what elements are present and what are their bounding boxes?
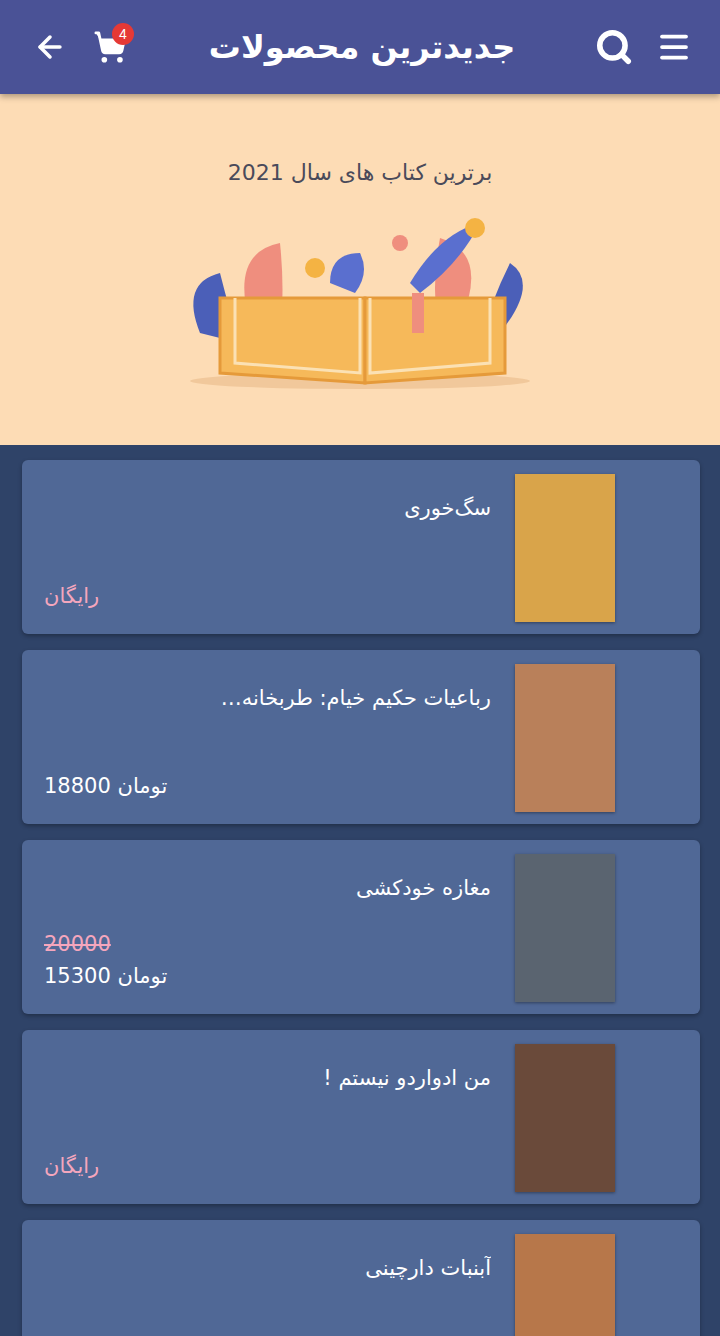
menu-button[interactable] bbox=[648, 21, 700, 73]
old-price: 20000 bbox=[44, 932, 111, 956]
product-card[interactable]: آبنبات دارچینی bbox=[22, 1220, 700, 1336]
page: 4 جدیدترین محصولات برترین کتاب های سال 202… bbox=[0, 0, 720, 1336]
price: 18800 تومان bbox=[44, 774, 167, 798]
product-title: رباعیات حکیم خیام: طربخانه… bbox=[44, 686, 491, 710]
banner-title: برترین کتاب های سال 2021 bbox=[228, 160, 493, 185]
product-card[interactable]: رباعیات حکیم خیام: طربخانه… 18800 تومان bbox=[22, 650, 700, 824]
cart-button[interactable]: 4 bbox=[84, 21, 136, 73]
price-box: رایگان bbox=[44, 584, 491, 622]
search-icon bbox=[595, 28, 633, 66]
book-cover bbox=[515, 1044, 615, 1192]
book-cover bbox=[515, 854, 615, 1002]
price-box: 20000 15300 تومان bbox=[44, 932, 491, 1002]
price: 15300 تومان bbox=[44, 964, 167, 988]
product-card[interactable]: مغازه خودکشی 20000 15300 تومان bbox=[22, 840, 700, 1014]
product-card[interactable]: من ادواردو نیستم ! رایگان bbox=[22, 1030, 700, 1204]
product-title: من ادواردو نیستم ! bbox=[44, 1066, 491, 1090]
price: رایگان bbox=[44, 584, 99, 608]
product-title: مغازه خودکشی bbox=[44, 876, 491, 900]
product-title: سگ‌خوری bbox=[44, 496, 491, 520]
arrow-left-icon bbox=[33, 30, 67, 64]
toolbar: 4 جدیدترین محصولات bbox=[0, 0, 720, 94]
book-illustration-icon bbox=[160, 213, 560, 393]
menu-icon bbox=[656, 29, 692, 65]
product-info: آبنبات دارچینی bbox=[44, 1234, 491, 1336]
search-button[interactable] bbox=[588, 21, 640, 73]
banner[interactable]: برترین کتاب های سال 2021 bbox=[0, 94, 720, 445]
page-title: جدیدترین محصولات bbox=[144, 28, 580, 66]
product-info: سگ‌خوری رایگان bbox=[44, 474, 491, 622]
book-cover bbox=[515, 1234, 615, 1336]
price: رایگان bbox=[44, 1154, 99, 1178]
product-info: من ادواردو نیستم ! رایگان bbox=[44, 1044, 491, 1192]
product-info: رباعیات حکیم خیام: طربخانه… 18800 تومان bbox=[44, 664, 491, 812]
back-button[interactable] bbox=[24, 21, 76, 73]
price-box: رایگان bbox=[44, 1154, 491, 1192]
book-cover bbox=[515, 474, 615, 622]
product-info: مغازه خودکشی 20000 15300 تومان bbox=[44, 854, 491, 1002]
cart-badge: 4 bbox=[112, 23, 134, 45]
product-title: آبنبات دارچینی bbox=[44, 1256, 491, 1280]
product-list: سگ‌خوری رایگان رباعیات حکیم خیام: طربخانه…… bbox=[0, 445, 720, 1336]
price-box: 18800 تومان bbox=[44, 774, 491, 812]
book-cover bbox=[515, 664, 615, 812]
product-card[interactable]: سگ‌خوری رایگان bbox=[22, 460, 700, 634]
